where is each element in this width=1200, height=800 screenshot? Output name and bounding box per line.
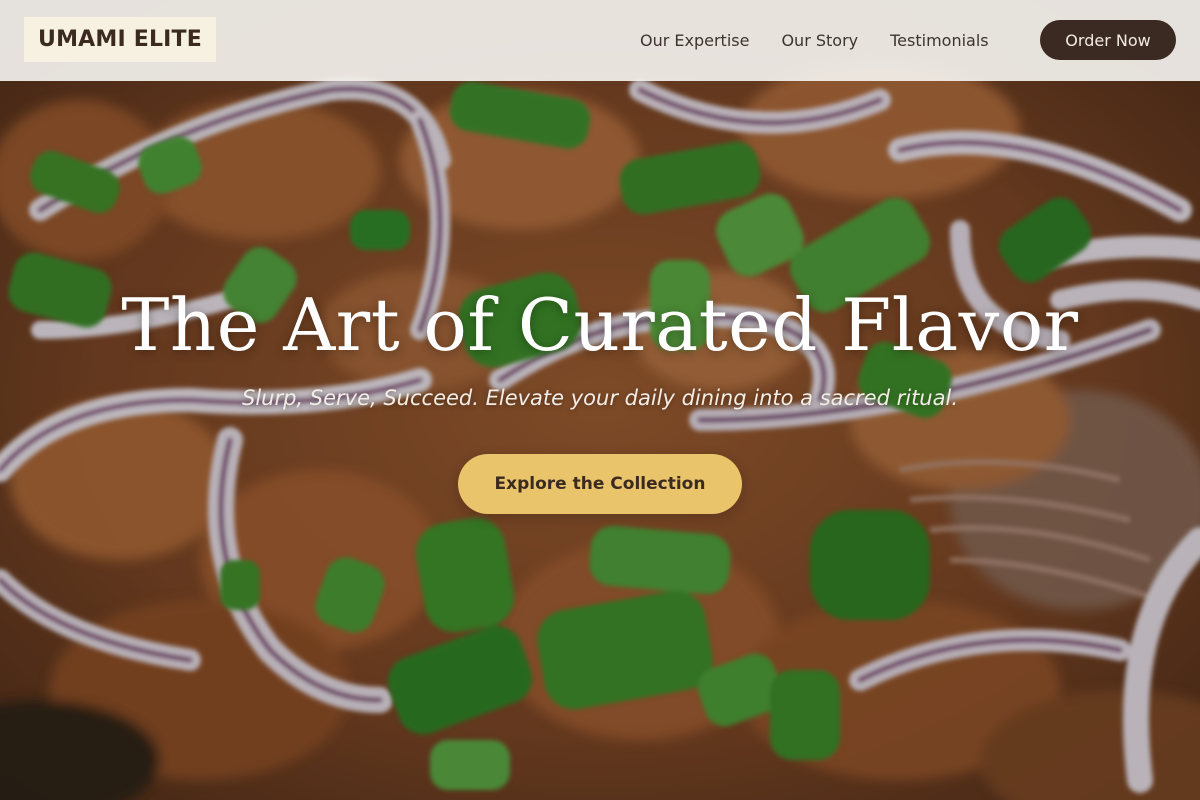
hero-subtitle: Slurp, Serve, Succeed. Elevate your dail… <box>241 386 958 410</box>
hero-section: The Art of Curated Flavor Slurp, Serve, … <box>0 0 1200 800</box>
page: UMAMI ELITE Our Expertise Our Story Test… <box>0 0 1200 800</box>
explore-collection-button[interactable]: Explore the Collection <box>458 454 742 514</box>
hero-title: The Art of Curated Flavor <box>121 283 1079 367</box>
